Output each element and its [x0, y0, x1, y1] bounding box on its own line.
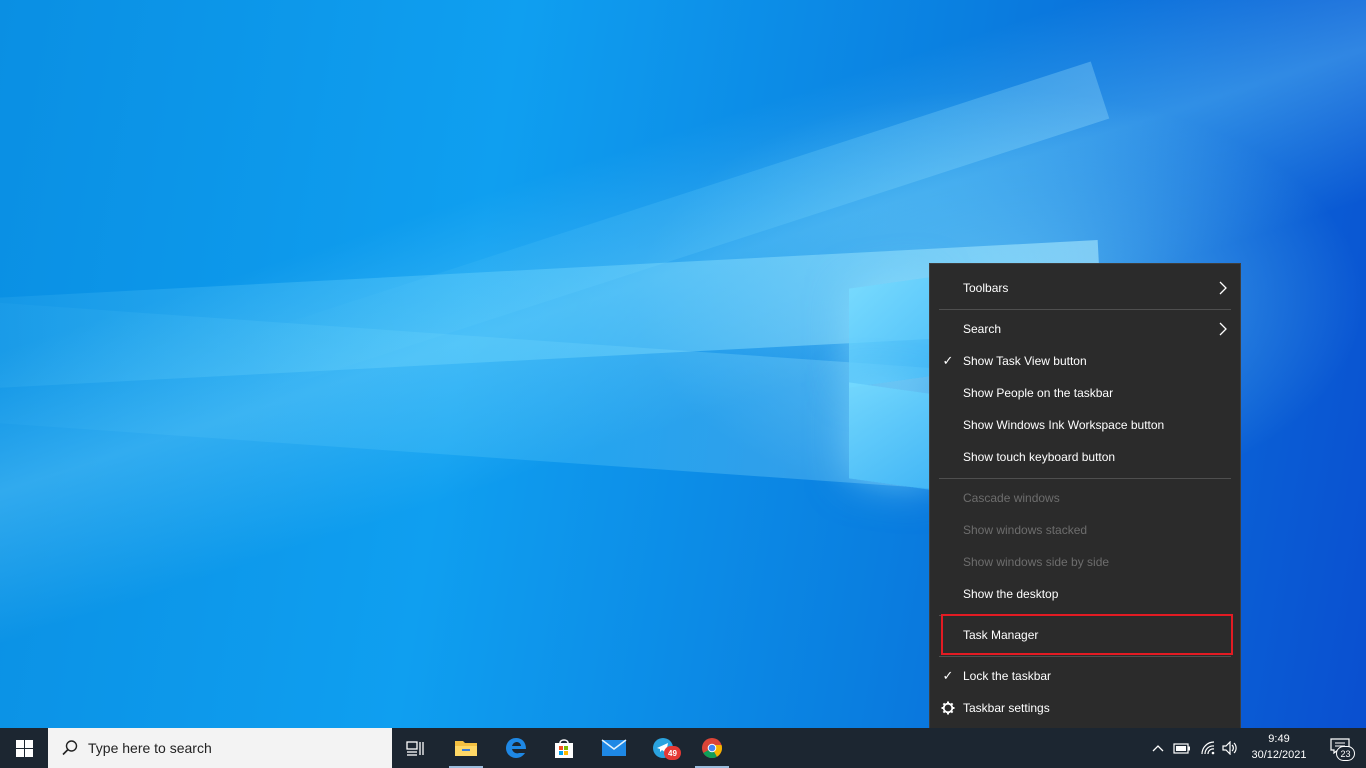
checkmark-icon: ✓	[942, 668, 954, 683]
battery-button[interactable]	[1172, 738, 1192, 758]
menu-item-show-task-view[interactable]: ✓ Show Task View button	[930, 346, 1240, 376]
menu-item-label: Search	[963, 322, 1002, 336]
menu-item-taskbar-settings[interactable]: Taskbar settings	[930, 693, 1240, 723]
gear-icon	[939, 693, 957, 723]
windows-logo-pane	[849, 277, 929, 388]
menu-item-lock-taskbar[interactable]: ✓ Lock the taskbar	[930, 661, 1240, 691]
menu-item-label: Cascade windows	[963, 491, 1060, 505]
edge-button[interactable]	[493, 728, 539, 768]
chrome-button[interactable]	[689, 728, 735, 768]
task-view-icon	[406, 741, 424, 756]
notification-badge: 49	[664, 746, 681, 760]
telegram-button[interactable]: 49	[640, 728, 686, 768]
menu-item-show-ink-workspace[interactable]: Show Windows Ink Workspace button	[930, 410, 1240, 440]
menu-item-cascade-windows: Cascade windows	[930, 483, 1240, 513]
menu-item-show-windows-stacked: Show windows stacked	[930, 515, 1240, 545]
menu-separator	[939, 309, 1231, 310]
mail-button[interactable]	[591, 728, 637, 768]
search-icon	[62, 740, 78, 756]
clock-date: 30/12/2021	[1251, 749, 1307, 761]
windows-logo-pane	[849, 382, 929, 490]
menu-item-label: Taskbar settings	[963, 701, 1050, 715]
volume-icon	[1222, 741, 1237, 755]
menu-item-show-people[interactable]: Show People on the taskbar	[930, 378, 1240, 408]
notification-count-badge: 23	[1336, 746, 1355, 761]
menu-item-search[interactable]: Search	[930, 314, 1240, 344]
wifi-icon	[1201, 741, 1215, 755]
chevron-up-icon	[1152, 745, 1164, 752]
menu-item-show-desktop[interactable]: Show the desktop	[930, 579, 1240, 609]
battery-icon	[1173, 743, 1190, 754]
file-explorer-button[interactable]	[443, 728, 489, 768]
start-button[interactable]	[0, 728, 48, 768]
menu-item-label: Show Windows Ink Workspace button	[963, 418, 1165, 432]
system-clock[interactable]: 9:49 30/12/2021	[1242, 731, 1316, 765]
menu-separator	[939, 478, 1231, 479]
file-explorer-icon	[455, 741, 477, 756]
menu-item-label: Show the desktop	[963, 587, 1059, 601]
chrome-icon	[702, 738, 722, 759]
microsoft-store-button[interactable]	[541, 728, 587, 768]
network-button[interactable]	[1198, 738, 1218, 758]
menu-item-show-touch-keyboard[interactable]: Show touch keyboard button	[930, 442, 1240, 472]
windows-logo-icon	[15, 739, 33, 757]
chevron-right-icon	[1219, 281, 1227, 295]
menu-item-label: Lock the taskbar	[963, 669, 1052, 683]
menu-separator	[939, 656, 1231, 657]
mail-icon	[601, 739, 627, 756]
task-manager-highlight-box	[941, 614, 1233, 655]
search-placeholder: Type here to search	[88, 740, 212, 756]
taskbar: Type here to search 49 9:49 30/12/2021 2…	[0, 728, 1366, 768]
taskbar-context-menu: Toolbars Search ✓ Show Task View button …	[929, 263, 1241, 733]
menu-item-label: Toolbars	[963, 281, 1009, 295]
task-view-button[interactable]	[393, 728, 439, 768]
menu-item-label: Show Task View button	[963, 354, 1087, 368]
microsoft-store-icon	[555, 739, 573, 758]
menu-item-show-windows-side-by-side: Show windows side by side	[930, 547, 1240, 577]
volume-button[interactable]	[1220, 738, 1240, 758]
checkmark-icon: ✓	[942, 353, 954, 368]
chevron-right-icon	[1219, 322, 1227, 336]
menu-item-label: Show windows side by side	[963, 555, 1110, 569]
show-hidden-icons-button[interactable]	[1148, 738, 1168, 758]
menu-item-label: Show windows stacked	[963, 523, 1088, 537]
menu-item-toolbars[interactable]: Toolbars	[930, 273, 1240, 303]
clock-time: 9:49	[1268, 733, 1290, 745]
menu-item-label: Show People on the taskbar	[963, 386, 1114, 400]
taskbar-search-box[interactable]: Type here to search	[48, 728, 392, 768]
menu-item-label: Show touch keyboard button	[963, 450, 1116, 464]
edge-icon	[506, 738, 526, 758]
action-center-button[interactable]: 23	[1320, 728, 1366, 768]
